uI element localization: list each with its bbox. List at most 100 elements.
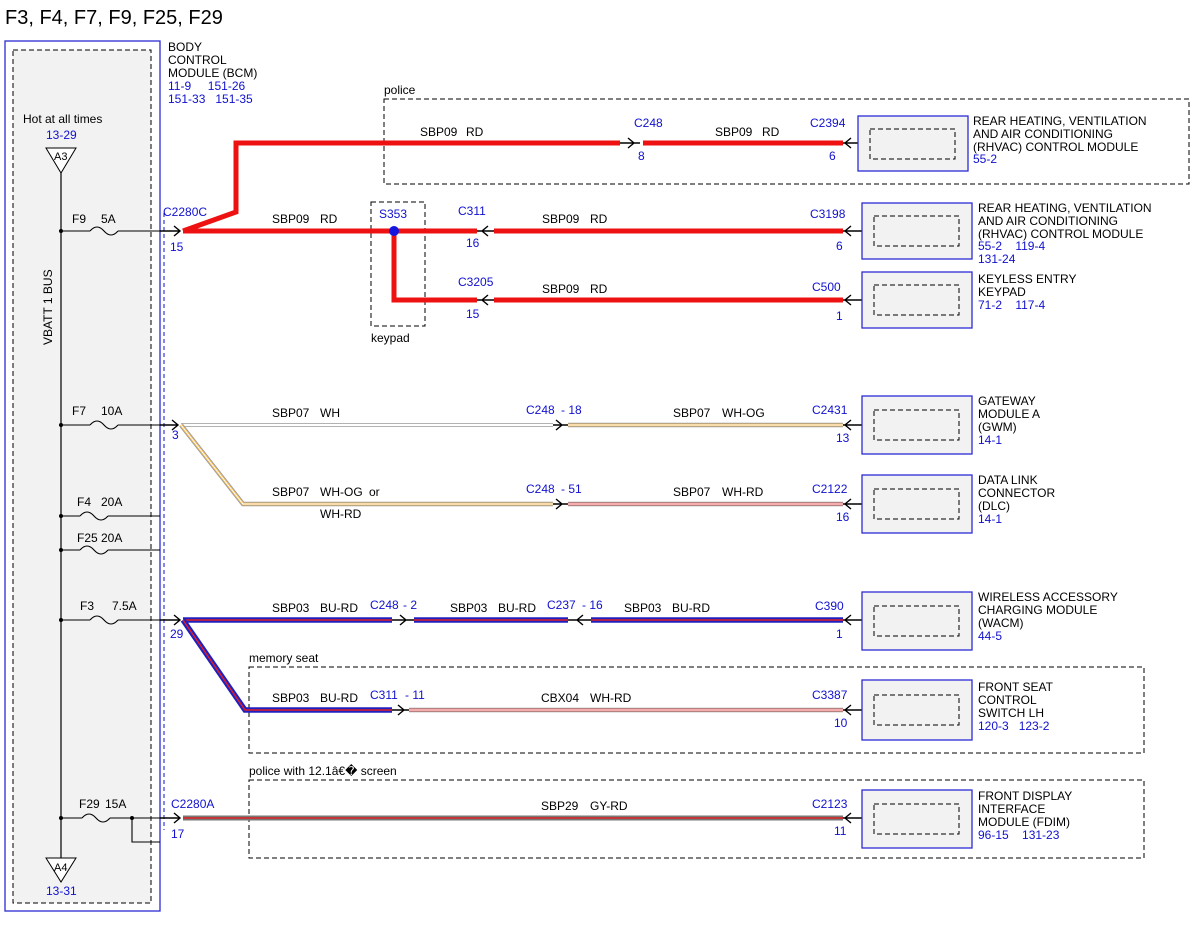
module-wacm-line3: (WACM) [978,616,1024,630]
bus-top-ref: 13-29 [46,128,77,142]
wire-label-circuit: CBX04 [541,691,579,705]
module-rhvac-police-line2: AND AIR CONDITIONING [973,127,1113,141]
connector-c3205-label: C3205 [458,275,494,289]
wire-label-or: or [369,485,380,499]
wire-sbp07-dlc-stripe [180,424,553,505]
bcm-refs-line1: 11-9 151-26 [168,79,245,93]
c2431-arrow [843,419,862,431]
wire-label-color: RD [762,125,780,139]
module-dlc-line2: CONNECTOR [978,486,1055,500]
police-screen-group-label: police with 12.1â€� screen [249,764,397,778]
module-rhvac-ref2: 131-24 [978,252,1016,266]
wire-label-circuit: SBP09 [420,125,458,139]
module-inner [873,605,960,637]
junction-dot [130,816,134,820]
module-rhvac-police-line3: (RHVAC) CONTROL MODULE [973,140,1138,154]
wire-label-circuit: SBP07 [673,406,711,420]
connector-c2280a-pin: 17 [171,827,185,841]
module-dlc-line1: DATA LINK [978,473,1038,487]
connector-c2431-label: C2431 [812,403,848,417]
wire-label-color: RD [590,282,608,296]
c2123-arrow [843,812,862,824]
fuse-f9-rating: 5A [101,212,116,226]
module-inner [873,803,960,835]
module-dlc-line3: (DLC) [978,499,1010,513]
module-seat-switch-line3: SWITCH LH [978,706,1044,720]
c3198-arrow [843,225,862,237]
fuse-f29-name: F29 [79,797,100,811]
bus-bottom-tag: A4 [54,862,67,874]
wire-label-color: WH-OG [722,406,765,420]
connector-c390-label: C390 [815,599,844,613]
fuse-f25-name: F25 [77,531,98,545]
fuse-f3-name: F3 [80,599,94,613]
wire-label-color-alt: WH-RD [320,507,362,521]
c248-2-arrow [392,614,414,626]
wire-label-circuit: SBP03 [450,601,488,615]
connector-c248-pin: 8 [638,149,645,163]
wire-label-circuit: SBP07 [272,485,310,499]
wire-label-circuit: SBP03 [624,601,662,615]
connector-c2280a-label: C2280A [171,797,214,811]
bcm-label-line1: BODY [168,40,202,54]
connector-c248-label: C248 [634,116,663,130]
wire-label-circuit: SBP09 [542,212,580,226]
wire-label-circuit: SBP03 [272,601,310,615]
module-rhvac-police-ref: 55-2 [973,152,997,166]
connector-c3198-pin: 6 [836,239,843,253]
module-inner [873,284,960,316]
memory-seat-group-label: memory seat [249,651,319,665]
c3205-arrow [477,294,494,306]
module-gwm-line2: MODULE A [978,407,1040,421]
module-rhvac-ref1: 55-2 119-4 [978,239,1045,253]
module-wacm-line1: WIRELESS ACCESSORY [978,590,1118,604]
splice-s353-dot [389,226,399,236]
fuse-f9-name: F9 [72,212,86,226]
connector-c311-pin: 16 [466,236,480,250]
c500-arrow [843,294,862,306]
connector-c2394-label: C2394 [810,116,846,130]
wire-label-color: WH [320,406,340,420]
connector-c237-pin: - 16 [582,598,603,612]
connector-labels: C2280C 15 3 29 C2280A 17 SBP09 RD C248 8… [163,116,850,841]
module-gwm-line1: GATEWAY [978,394,1036,408]
page-title: F3, F4, F7, F9, F25, F29 [5,7,223,29]
module-boxes [857,115,973,849]
connector-c3387-pin: 10 [834,716,848,730]
connector-c2431-pin: 13 [836,431,850,445]
connector-c2394-pin: 6 [829,149,836,163]
connector-c500-pin: 1 [836,309,843,323]
connector-f3-pin: 29 [170,627,184,641]
bcm-inner-box [12,49,152,904]
module-inner [873,215,960,247]
c248-arrow [620,137,640,149]
module-labels: REAR HEATING, VENTILATION AND AIR CONDIT… [973,114,1152,842]
module-fdim-ref: 96-15 131-23 [978,828,1060,842]
module-inner [873,488,960,520]
module-dlc-ref: 14-1 [978,512,1002,526]
module-fdim-line3: MODULE (FDIM) [978,815,1070,829]
module-keypad-line1: KEYLESS ENTRY [978,272,1076,286]
fuse-f4-rating: 20A [101,495,122,509]
connector-c390-pin: 1 [836,627,843,641]
c2122-arrow [843,498,862,510]
wire-label-circuit: SBP29 [541,799,579,813]
wire-label-color: BU-RD [498,601,536,615]
bcm-label-line3: MODULE (BCM) [168,66,257,80]
police-group-label: police [384,83,416,97]
module-fdim-line1: FRONT DISPLAY [978,789,1072,803]
connector-c3387-label: C3387 [812,688,848,702]
connector-c2280c-label: C2280C [163,205,207,219]
connector-c2122-pin: 16 [836,510,850,524]
wire-label-color: RD [590,212,608,226]
connector-c3198-label: C3198 [810,207,846,221]
module-rhvac-line1: REAR HEATING, VENTILATION [978,201,1152,215]
c311-11-arrow [392,704,409,716]
wire-label-circuit: SBP09 [542,282,580,296]
connector-c248-2-pin: - 2 [403,598,417,612]
module-rhvac-line2: AND AIR CONDITIONING [978,214,1118,228]
connector-c311-11-pin: - 11 [405,688,425,702]
fuse-f7-name: F7 [72,404,86,418]
module-seat-switch-line2: CONTROL [978,693,1037,707]
wire-label-circuit: SBP03 [272,691,310,705]
